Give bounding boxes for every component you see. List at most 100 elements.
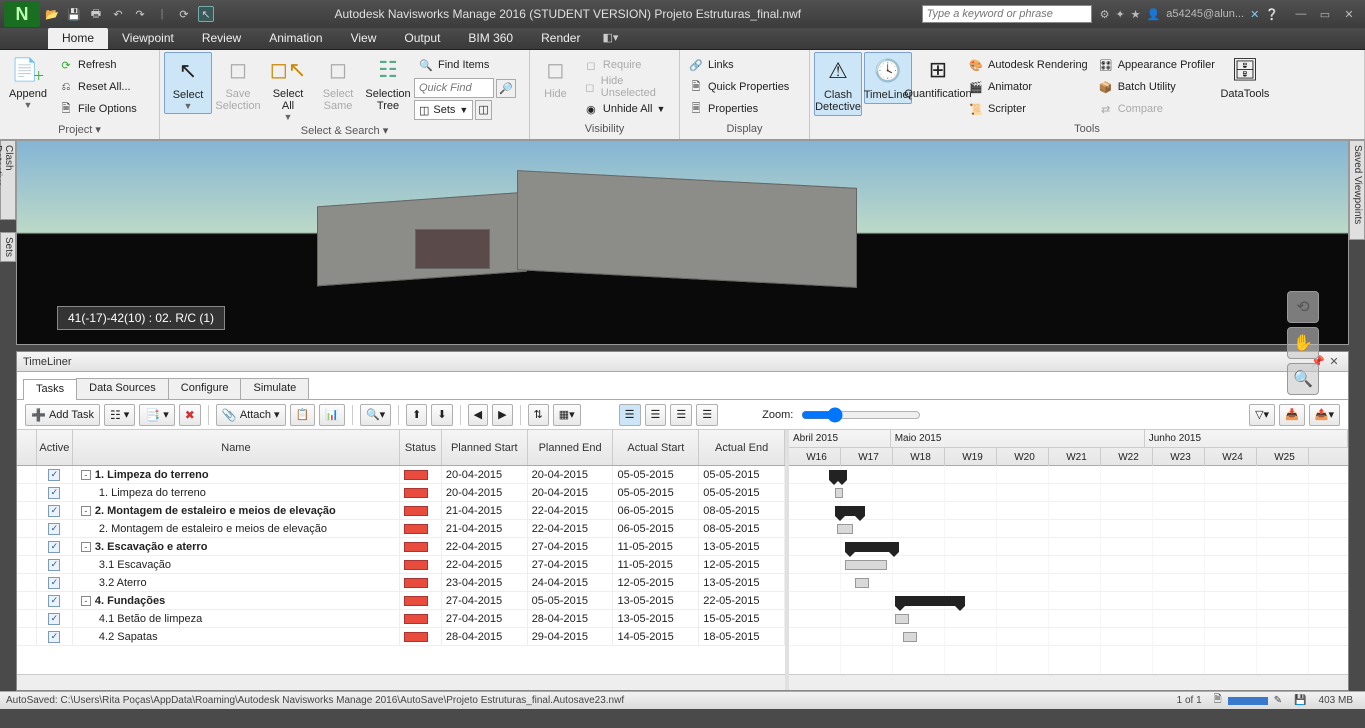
hide-unselected-button[interactable]: ◻Hide Unselected: [579, 76, 675, 98]
col-actual-end[interactable]: Actual End: [699, 430, 785, 465]
disk-icon[interactable]: 💾: [1288, 695, 1312, 706]
tab-overflow[interactable]: ◧▾: [594, 28, 626, 49]
tl-tab-configure[interactable]: Configure: [168, 378, 242, 399]
col-planned-start[interactable]: Planned Start: [442, 430, 528, 465]
active-checkbox[interactable]: ✓: [48, 613, 60, 625]
task-bar[interactable]: [855, 578, 869, 588]
search-input[interactable]: [922, 5, 1092, 23]
active-checkbox[interactable]: ✓: [48, 469, 60, 481]
tl-tab-tasks[interactable]: Tasks: [23, 379, 77, 400]
task-bar[interactable]: [895, 614, 909, 624]
gantt-rows[interactable]: [789, 466, 1348, 674]
minimize-button[interactable]: —: [1289, 8, 1313, 21]
binoculars-icon[interactable]: ⚙: [1100, 8, 1110, 21]
col-rowselect[interactable]: [17, 430, 37, 465]
col-name[interactable]: Name: [73, 430, 400, 465]
table-row[interactable]: ✓ 3.2 Aterro 23-04-2015 24-04-2015 12-05…: [17, 574, 785, 592]
dock-saved-viewpoints[interactable]: Saved Viewpoints: [1349, 140, 1365, 240]
expand-toggle[interactable]: -: [81, 506, 91, 516]
dock-sets[interactable]: Sets: [0, 232, 16, 262]
close-panel-icon[interactable]: ✕: [1326, 355, 1342, 368]
refresh-icon[interactable]: ⟳: [176, 6, 192, 22]
maximize-button[interactable]: ▭: [1313, 8, 1337, 21]
unhide-all-button[interactable]: ◉Unhide All ▼: [579, 98, 675, 120]
zoom-icon[interactable]: 🔍: [1287, 363, 1319, 395]
appearance-profiler-button[interactable]: 🎛Appearance Profiler: [1094, 54, 1219, 76]
app-logo[interactable]: N: [4, 1, 40, 27]
append-button[interactable]: 📄＋ Append ▼: [4, 52, 52, 112]
tab-render[interactable]: Render: [527, 28, 594, 49]
refresh-button[interactable]: ⟳Refresh: [54, 54, 141, 76]
help-icon[interactable]: ❔: [1265, 8, 1279, 21]
table-row[interactable]: ✓ 4.2 Sapatas 28-04-2015 29-04-2015 14-0…: [17, 628, 785, 646]
reset-all-button[interactable]: ⎌Reset All...: [54, 76, 141, 98]
tl-tab-datasources[interactable]: Data Sources: [76, 378, 169, 399]
selection-tree-button[interactable]: ☷Selection Tree: [364, 52, 412, 114]
tab-review[interactable]: Review: [188, 28, 255, 49]
columns-button[interactable]: ▦▾: [553, 404, 581, 426]
clash-detective-button[interactable]: ⚠Clash Detective: [814, 52, 862, 116]
export-button[interactable]: 📤▾: [1309, 404, 1340, 426]
tab-output[interactable]: Output: [390, 28, 454, 49]
expand-toggle[interactable]: -: [81, 470, 91, 480]
find-items-button[interactable]: 🔍Find Items: [414, 54, 516, 76]
table-row[interactable]: ✓ 3.1 Escavação 22-04-2015 27-04-2015 11…: [17, 556, 785, 574]
open-icon[interactable]: 📂: [44, 6, 60, 22]
print-icon[interactable]: 🖶: [88, 6, 104, 22]
pan-icon[interactable]: ✋: [1287, 327, 1319, 359]
tl-tab-simulate[interactable]: Simulate: [240, 378, 309, 399]
links-button[interactable]: 🔗Links: [684, 54, 793, 76]
summary-bar[interactable]: [835, 506, 865, 516]
task-bar[interactable]: [835, 488, 843, 498]
col-status[interactable]: Status: [400, 430, 442, 465]
active-checkbox[interactable]: ✓: [48, 523, 60, 535]
view-btn-4[interactable]: ☰: [696, 404, 718, 426]
task-bar[interactable]: [845, 560, 887, 570]
summary-bar[interactable]: [895, 596, 965, 606]
animator-button[interactable]: 🎬Animator: [964, 76, 1092, 98]
active-checkbox[interactable]: ✓: [48, 541, 60, 553]
quantification-button[interactable]: ⊞Quantification: [914, 52, 962, 102]
tab-view[interactable]: View: [337, 28, 391, 49]
user-name[interactable]: a54245@alun...: [1166, 8, 1244, 20]
tlbtn-11[interactable]: ▶: [492, 404, 512, 426]
panel-project-label[interactable]: Project ▾: [4, 123, 155, 139]
user-icon[interactable]: 👤: [1147, 8, 1161, 21]
batch-utility-button[interactable]: 📦Batch Utility: [1094, 76, 1219, 98]
cursor-icon[interactable]: ↖: [198, 6, 214, 22]
tlbtn-10[interactable]: ◀: [468, 404, 488, 426]
task-bar[interactable]: [837, 524, 853, 534]
active-checkbox[interactable]: ✓: [48, 487, 60, 499]
viewport-3d[interactable]: 41(-17)-42(10) : 02. R/C (1) ⟲ ✋ 🔍: [16, 140, 1349, 345]
tab-animation[interactable]: Animation: [255, 28, 336, 49]
star-icon[interactable]: ★: [1131, 8, 1141, 21]
pencil-icon[interactable]: ✎: [1268, 695, 1288, 706]
col-active[interactable]: Active: [37, 430, 73, 465]
task-bar[interactable]: [903, 632, 917, 642]
save-selection-button[interactable]: ◻Save Selection: [214, 52, 262, 114]
rendering-button[interactable]: 🎨Autodesk Rendering: [964, 54, 1092, 76]
view-btn-1[interactable]: ☰: [619, 404, 641, 426]
expand-toggle[interactable]: -: [81, 596, 91, 606]
table-row[interactable]: ✓ 4.1 Betão de limpeza 27-04-2015 28-04-…: [17, 610, 785, 628]
delete-task-button[interactable]: ✖: [179, 404, 201, 426]
table-row[interactable]: ✓ -2. Montagem de estaleiro e meios de e…: [17, 502, 785, 520]
quick-find-go-icon[interactable]: 🔎: [496, 79, 516, 98]
compare-button[interactable]: ⇄Compare: [1094, 98, 1219, 120]
tab-bim360[interactable]: BIM 360: [454, 28, 527, 49]
active-checkbox[interactable]: ✓: [48, 631, 60, 643]
tlbtn-5[interactable]: 📋: [290, 404, 316, 426]
insert-task-button[interactable]: ☷▾: [104, 404, 135, 426]
col-actual-start[interactable]: Actual Start: [613, 430, 699, 465]
view-btn-2[interactable]: ☰: [645, 404, 667, 426]
table-row[interactable]: ✓ 2. Montagem de estaleiro e meios de el…: [17, 520, 785, 538]
gantt-hscroll[interactable]: [789, 674, 1348, 690]
quick-find-input[interactable]: [414, 78, 494, 98]
dock-clash-detective[interactable]: Clash Detective: [0, 140, 16, 220]
select-button[interactable]: ↖Select▼: [164, 52, 212, 114]
tab-viewpoint[interactable]: Viewpoint: [108, 28, 188, 49]
table-row[interactable]: ✓ -1. Limpeza do terreno 20-04-2015 20-0…: [17, 466, 785, 484]
active-checkbox[interactable]: ✓: [48, 505, 60, 517]
active-checkbox[interactable]: ✓: [48, 559, 60, 571]
sets-manage-icon[interactable]: ◫: [475, 100, 491, 120]
